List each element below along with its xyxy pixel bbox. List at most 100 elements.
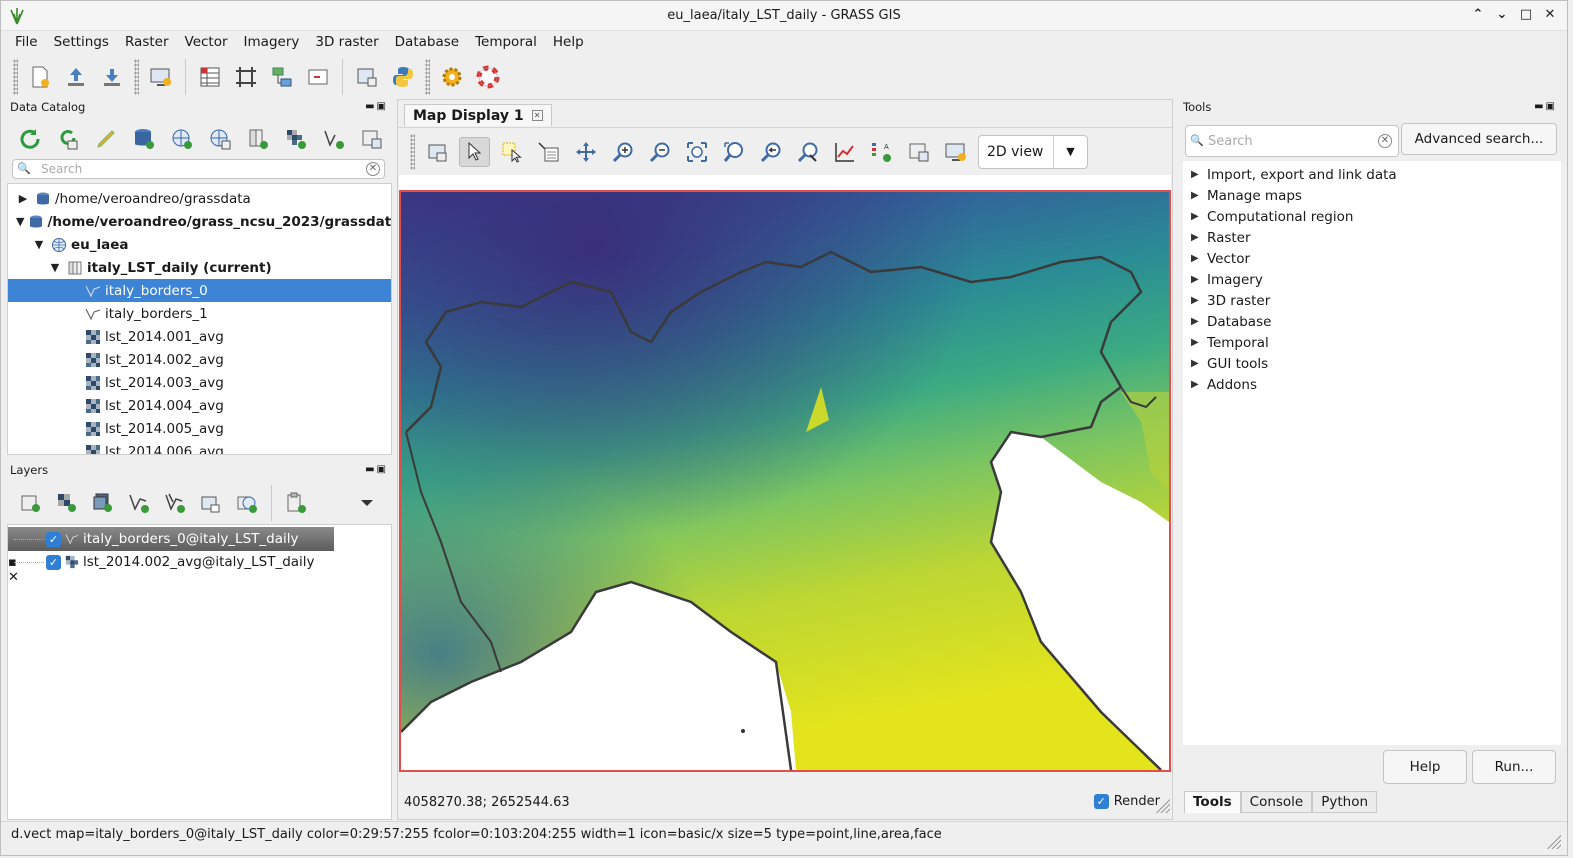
view-mode-select[interactable]: 2D view ▼ [978,134,1088,169]
select-vector-icon[interactable] [496,137,527,167]
tree-item-vector-italy-borders-1[interactable]: italy_borders_1 [8,302,391,325]
tree-item-location[interactable]: ▼ eu_laea [8,233,391,256]
chevron-down-icon[interactable]: ▼ [1053,135,1087,168]
tree-item-raster-lst-001[interactable]: lst_2014.001_avg [8,325,391,348]
zoom-options-icon[interactable] [792,137,823,167]
tree-item-raster-lst-004[interactable]: lst_2014.004_avg [8,394,391,417]
python-shell-icon[interactable] [388,62,418,92]
menu-imagery[interactable]: Imagery [236,31,308,53]
tree-item-raster-lst-006[interactable]: lst_2014.006_avg [8,440,391,454]
analyze-map-icon[interactable] [829,137,860,167]
tree-item-mapset[interactable]: ▼ italy_LST_daily (current) [8,256,391,279]
render-check-icon[interactable]: ✓ [1093,794,1109,809]
collapse-arrow-icon[interactable]: ▼ [32,238,46,251]
window-close-button[interactable]: ✕ [1541,5,1559,25]
expand-arrow-icon[interactable]: ▶ [1191,190,1207,201]
add-layer-icon[interactable] [16,488,46,518]
reload-current-mapset-icon[interactable] [53,124,83,154]
add-raster-layer-icon[interactable] [52,488,82,518]
attribute-table-icon[interactable] [195,62,225,92]
expand-arrow-icon[interactable]: ▶ [1191,358,1207,369]
add-grass-database-icon[interactable] [129,124,159,154]
toolbar-grip[interactable] [13,59,18,95]
tools-category-manage-maps[interactable]: ▶ Manage maps [1191,185,1302,206]
tree-item-raster-lst-003[interactable]: lst_2014.003_avg [8,371,391,394]
tools-category-gui-tools[interactable]: ▶ GUI tools [1191,353,1268,374]
new-map-display-icon[interactable] [146,62,176,92]
expand-arrow-icon[interactable]: ▶ [16,192,30,205]
layer-item-raster[interactable]: ✓ lst_2014.002_avg@italy_LST_daily [8,550,315,574]
advanced-search-button[interactable]: Advanced search... [1401,123,1557,155]
catalog-search-input[interactable]: 🔍 Search ✕ [12,159,385,179]
menu-raster[interactable]: Raster [117,31,177,53]
map-window-settings-icon[interactable] [940,137,971,167]
expand-arrow-icon[interactable]: ▶ [1191,232,1207,243]
expand-arrow-icon[interactable]: ▶ [1191,316,1207,327]
layer-item-vector[interactable]: ✓ italy_borders_0@italy_LST_daily [8,527,334,551]
menu-3d-raster[interactable]: 3D raster [307,31,386,53]
menu-database[interactable]: Database [387,31,467,53]
tab-python[interactable]: Python [1312,791,1378,813]
run-button[interactable]: Run... [1472,750,1556,784]
expand-arrow-icon[interactable]: ▶ [1191,169,1207,180]
render-checkbox[interactable]: ✓ Render [1093,794,1160,809]
add-mapset-icon[interactable] [243,124,273,154]
pan-icon[interactable] [570,137,601,167]
zoom-back-icon[interactable] [755,137,786,167]
tools-category-temporal[interactable]: ▶ Temporal [1191,332,1269,353]
window-minimize-button[interactable]: ⌄ [1493,5,1511,25]
tools-category-3d-raster[interactable]: ▶ 3D raster [1191,290,1270,311]
clear-search-icon[interactable]: ✕ [366,162,380,176]
expand-arrow-icon[interactable]: ▶ [1191,379,1207,390]
window-shade-button[interactable]: ⌃ [1469,5,1487,25]
pane-float-close-icon[interactable]: ▬▣ [365,462,388,478]
toolbar-grip[interactable] [425,59,430,95]
expand-arrow-icon[interactable]: ▶ [1191,211,1207,222]
more-tools-dropdown-icon[interactable] [352,488,382,518]
clear-search-icon[interactable]: ✕ [1378,134,1392,148]
layer-visibility-checkbox[interactable]: ✓ [46,531,61,547]
tools-category-imagery[interactable]: ▶ Imagery [1191,269,1263,290]
window-resize-grip-icon[interactable] [1545,833,1561,849]
settings-gear-icon[interactable] [437,62,467,92]
map-decorations-icon[interactable]: A [866,137,897,167]
map-canvas[interactable] [399,190,1171,772]
layer-visibility-checkbox[interactable]: ✓ [46,554,61,570]
add-location-icon[interactable] [167,124,197,154]
download-location-icon[interactable] [205,124,235,154]
new-workspace-icon[interactable] [25,62,55,92]
tree-item-grassdata-1[interactable]: ▶ /home/veroandreo/grassdata [8,187,391,210]
map-composer-icon[interactable] [303,62,333,92]
menu-settings[interactable]: Settings [46,31,117,53]
tree-item-grassdata-2[interactable]: ▼ /home/veroandreo/grass_ncsu_2023/grass… [8,210,391,233]
add-group-icon[interactable] [281,488,311,518]
zoom-extent-icon[interactable] [681,137,712,167]
save-display-icon[interactable] [903,137,934,167]
georectifier-icon[interactable] [231,62,261,92]
tree-item-vector-italy-borders-0[interactable]: italy_borders_0 [8,279,391,302]
menu-help[interactable]: Help [545,31,592,53]
tools-search-input[interactable]: 🔍 Search ✕ [1185,125,1399,157]
save-workspace-icon[interactable] [97,62,127,92]
edit-mode-icon[interactable] [91,124,121,154]
toolbar-grip[interactable] [410,133,415,170]
tree-item-raster-lst-002[interactable]: lst_2014.002_avg [8,348,391,371]
expand-arrow-icon[interactable]: ▶ [1191,295,1207,306]
reload-tree-icon[interactable] [15,124,45,154]
graphical-modeler-icon[interactable] [267,62,297,92]
render-map-icon[interactable] [422,137,453,167]
pointer-icon[interactable] [459,136,490,167]
menu-vector[interactable]: Vector [177,31,236,53]
tools-category-import-export[interactable]: ▶ Import, export and link data [1191,164,1397,185]
zoom-in-icon[interactable] [607,137,638,167]
add-various-raster-icon[interactable] [88,488,118,518]
toolbar-grip[interactable] [134,59,139,95]
tab-map-display-1[interactable]: Map Display 1 ✕ [404,104,552,126]
tools-category-vector[interactable]: ▶ Vector [1191,248,1250,269]
tab-tools[interactable]: Tools [1184,791,1241,813]
tools-category-addons[interactable]: ▶ Addons [1191,374,1257,395]
help-button[interactable]: Help [1383,750,1467,784]
import-raster-icon[interactable] [281,124,311,154]
add-vector-layer-icon[interactable] [124,488,154,518]
collapse-arrow-icon[interactable]: ▼ [16,215,24,228]
